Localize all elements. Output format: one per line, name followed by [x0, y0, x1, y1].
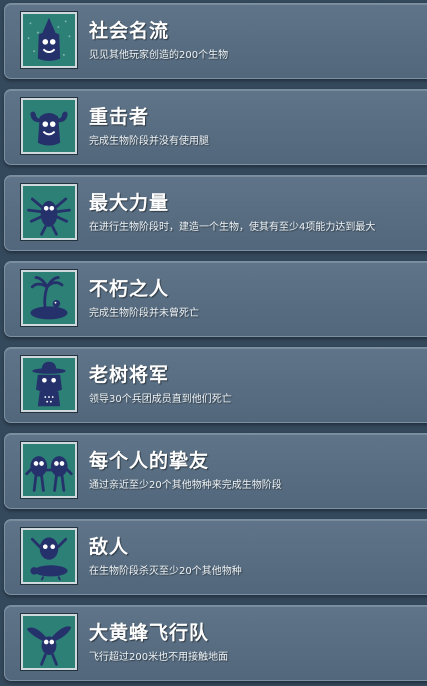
achievement-title: 每个人的挚友 [89, 450, 210, 472]
achievement-description: 见见其他玩家创造的200个生物 [89, 50, 229, 61]
achievement-description: 飞行超过200米也不用接触地面 [89, 652, 229, 663]
creature-flexing-arms-icon [21, 98, 77, 154]
achievement-card[interactable]: 敌人 在生物阶段杀灭至少20个其他物种 [4, 519, 427, 595]
achievement-title: 大黄蜂飞行队 [89, 622, 210, 644]
achievement-title: 社会名流 [89, 20, 170, 42]
achievement-card[interactable]: 老树将军 领导30个兵团成员直到他们死亡 [4, 347, 427, 423]
achievement-card[interactable]: 重击者 完成生物阶段并没有使用腿 [4, 89, 427, 165]
two-creatures-friends-icon [21, 442, 77, 498]
achievement-card[interactable]: 社会名流 见见其他玩家创造的200个生物 [4, 3, 427, 79]
achievement-card[interactable]: 不朽之人 完成生物阶段并未曾死亡 [4, 261, 427, 337]
flying-creature-icon [21, 614, 77, 670]
achievement-description: 完成生物阶段并未曾死亡 [89, 308, 199, 319]
creature-party-hat-icon [21, 12, 77, 68]
achievement-card[interactable]: 最大力量 在进行生物阶段时，建造一个生物，使其有至少4项能力达到最大 [4, 175, 427, 251]
achievement-title: 老树将军 [89, 364, 170, 386]
creature-over-defeated-enemy-icon [21, 528, 77, 584]
achievement-title: 最大力量 [89, 192, 170, 214]
achievement-description: 完成生物阶段并没有使用腿 [89, 136, 209, 147]
achievement-description: 在生物阶段杀灭至少20个其他物种 [89, 566, 242, 577]
creature-many-arms-icon [21, 184, 77, 240]
achievement-title: 不朽之人 [89, 278, 170, 300]
achievement-description: 领导30个兵团成员直到他们死亡 [89, 394, 232, 405]
achievement-card[interactable]: 大黄蜂飞行队 飞行超过200米也不用接触地面 [4, 605, 427, 681]
achievement-title: 重击者 [89, 106, 150, 128]
achievement-card[interactable]: 每个人的挚友 通过亲近至少20个其他物种来完成生物阶段 [4, 433, 427, 509]
cowboy-creature-icon [21, 356, 77, 412]
achievement-description: 通过亲近至少20个其他物种来完成生物阶段 [89, 480, 282, 491]
achievement-list: 社会名流 见见其他玩家创造的200个生物 重击者 完成生物阶段并没有使用腿 最大… [0, 0, 427, 686]
achievement-title: 敌人 [89, 536, 130, 558]
achievement-description: 在进行生物阶段时，建造一个生物，使其有至少4项能力达到最大 [89, 222, 376, 233]
island-palm-tree-icon [21, 270, 77, 326]
